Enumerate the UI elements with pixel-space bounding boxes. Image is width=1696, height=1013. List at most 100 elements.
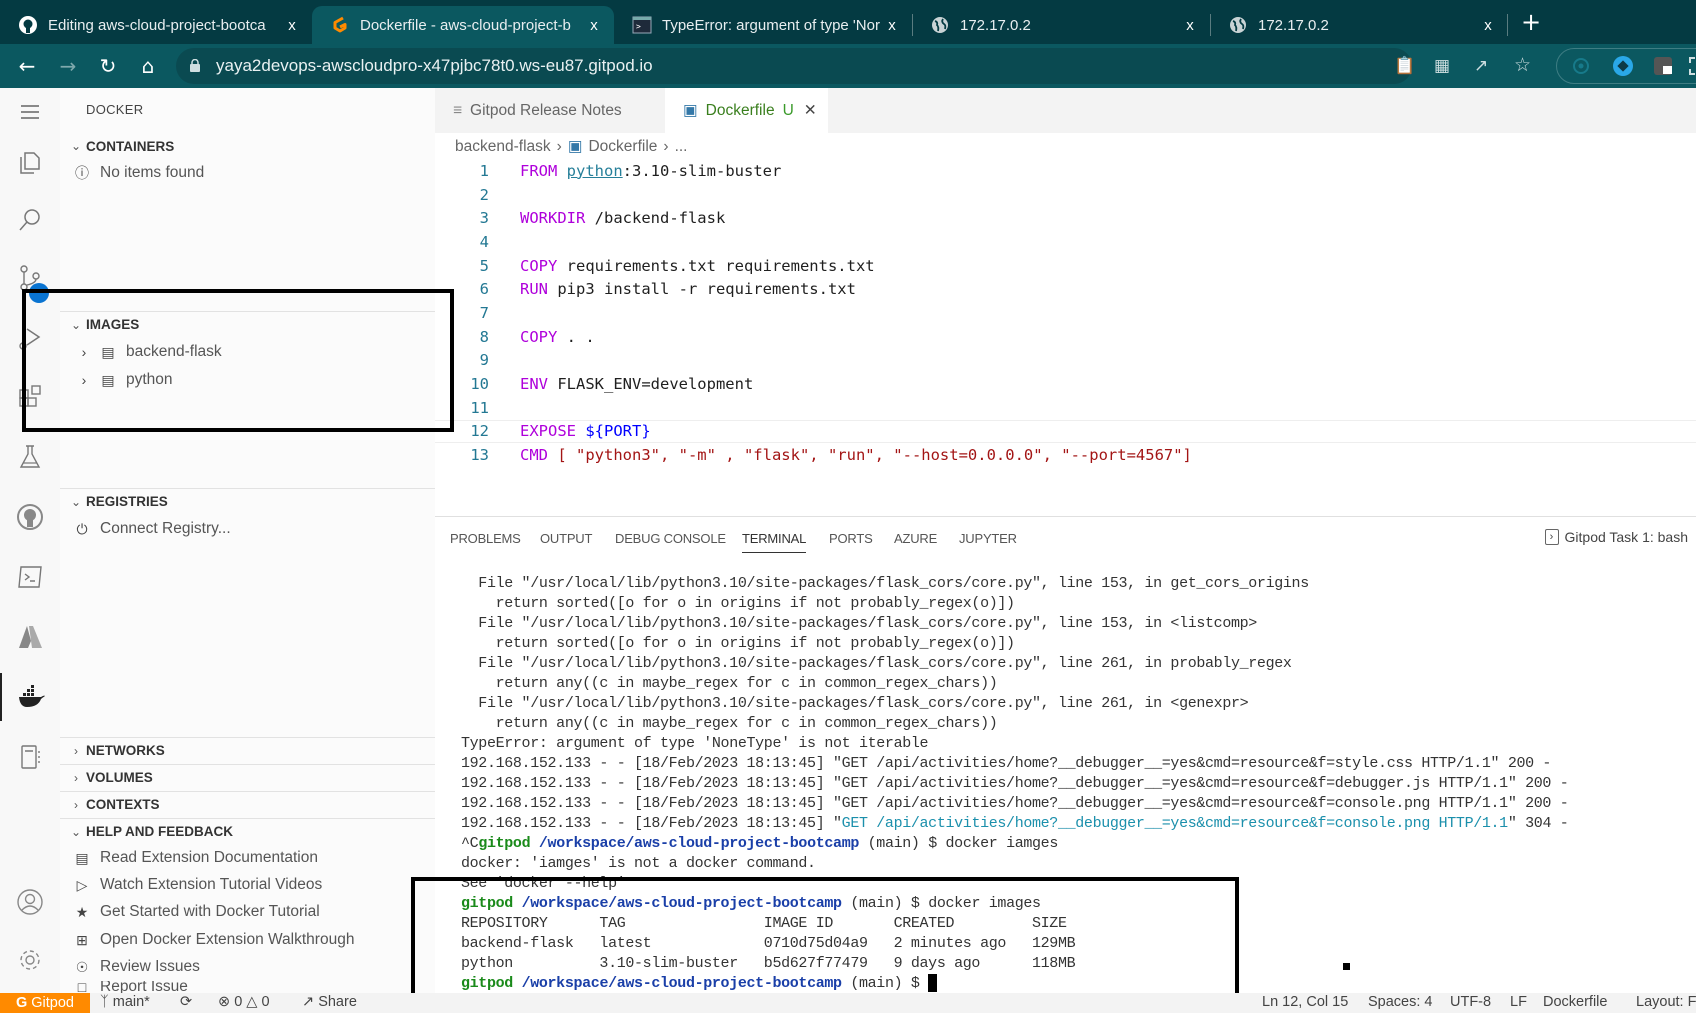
image-item-backend-flask[interactable]: › ▤ backend-flask <box>60 339 435 365</box>
bookmark-star-icon[interactable]: ☆ <box>1514 54 1531 76</box>
accounts-button[interactable] <box>0 878 60 926</box>
address-bar[interactable]: yaya2devops-awscloudpro-x47pjbc78t0.ws-e… <box>176 48 1531 84</box>
tab-dockerfile[interactable]: ▣ Dockerfile U ✕ <box>665 88 828 133</box>
extensions-button[interactable] <box>0 374 60 422</box>
code-line[interactable]: 1 FROM python:3.10-slim-buster <box>435 159 1696 183</box>
code-line[interactable]: 5 COPY requirements.txt requirements.txt <box>435 254 1696 278</box>
code-line[interactable]: 12 EXPOSE ${PORT} <box>435 419 1696 444</box>
gitpod-button[interactable]: G Gitpod <box>0 993 90 1013</box>
panel-tab-azure[interactable]: AZURE <box>894 531 937 546</box>
fullscreen-icon[interactable] <box>1689 57 1696 75</box>
close-tab-icon[interactable]: x <box>1478 17 1498 34</box>
url-text[interactable]: yaya2devops-awscloudpro-x47pjbc78t0.ws-e… <box>216 56 653 76</box>
panel-tab-jupyter[interactable]: JUPYTER <box>959 531 1017 546</box>
code-line[interactable]: 8 COPY . . <box>435 325 1696 349</box>
extension-icon[interactable] <box>1653 56 1673 76</box>
section-registries[interactable]: ⌄ REGISTRIES <box>60 488 435 514</box>
tab-gitpod-release-notes[interactable]: ≡ Gitpod Release Notes <box>435 88 665 133</box>
help-item[interactable]: ⊞ Open Docker Extension Walkthrough <box>60 927 435 953</box>
close-icon[interactable]: ✕ <box>804 101 817 120</box>
explorer-button[interactable] <box>0 138 60 186</box>
forward-button[interactable]: → <box>56 54 80 78</box>
help-item[interactable]: ▷ Watch Extension Tutorial Videos <box>60 872 435 898</box>
encoding[interactable]: UTF-8 <box>1450 994 1491 1010</box>
terminal-output[interactable]: File "/usr/local/lib/python3.10/site-pac… <box>461 574 1691 994</box>
image-item-python[interactable]: › ▤ python <box>60 367 435 393</box>
sync-icon[interactable]: ⟳ <box>180 994 192 1010</box>
menu-button[interactable] <box>0 88 60 136</box>
reload-button[interactable]: ↻ <box>96 54 120 78</box>
search-button[interactable] <box>0 196 60 244</box>
panel-tab-output[interactable]: OUTPUT <box>540 531 592 546</box>
code-line[interactable]: 10 ENV FLASK_ENV=development <box>435 372 1696 396</box>
new-tab-button[interactable]: + <box>1521 8 1541 36</box>
back-button[interactable]: ← <box>15 54 39 78</box>
branch-indicator[interactable]: ᛉ main* <box>100 994 150 1010</box>
section-networks[interactable]: › NETWORKS <box>60 737 435 763</box>
clipboard-icon[interactable]: 📋 <box>1394 56 1415 76</box>
breadcrumb-folder[interactable]: backend-flask <box>455 138 551 156</box>
panel-tab-problems[interactable]: PROBLEMS <box>450 531 521 546</box>
section-volumes[interactable]: › VOLUMES <box>60 764 435 790</box>
close-tab-icon[interactable]: x <box>584 17 604 34</box>
share-button[interactable]: ↗ Share <box>302 994 357 1010</box>
browser-tab[interactable]: Editing aws-cloud-project-bootca x <box>0 6 312 44</box>
browser-tab-active[interactable]: Dockerfile - aws-cloud-project-b x <box>312 6 614 44</box>
language-mode[interactable]: Dockerfile <box>1543 994 1607 1010</box>
translate-icon[interactable]: ▦ <box>1434 56 1450 76</box>
image-link[interactable]: python <box>567 162 623 180</box>
info-icon: ⓘ <box>75 165 89 181</box>
browser-tab[interactable]: 172.17.0.2 x <box>912 6 1210 44</box>
azure-button[interactable] <box>0 613 60 661</box>
code-line[interactable]: 2 <box>435 183 1696 207</box>
terminal-prompt-line: gitpod /workspace/aws-cloud-project-boot… <box>461 974 1691 994</box>
help-item[interactable]: ▤ Read Extension Documentation <box>60 845 435 871</box>
testing-button[interactable] <box>0 433 60 481</box>
close-tab-icon[interactable]: x <box>282 17 302 34</box>
cursor-position[interactable]: Ln 12, Col 15 <box>1262 994 1348 1010</box>
code-line[interactable]: 4 <box>435 230 1696 254</box>
run-debug-button[interactable] <box>0 314 60 362</box>
close-tab-icon[interactable]: x <box>1180 17 1200 34</box>
line-number: 4 <box>479 232 489 251</box>
browser-tab[interactable]: > TypeError: argument of type 'Nor x <box>614 6 912 44</box>
section-contexts[interactable]: › CONTEXTS <box>60 791 435 817</box>
code-line[interactable]: 3 WORKDIR /backend-flask <box>435 206 1696 230</box>
help-item[interactable]: ★ Get Started with Docker Tutorial <box>60 899 435 925</box>
code-line[interactable]: 13 CMD [ "python3", "-m" , "flask", "run"… <box>435 443 1696 467</box>
problems-indicator[interactable]: ⊗ 0 △ 0 <box>218 994 270 1010</box>
code-editor[interactable]: 1 FROM python:3.10-slim-buster 2 3 WORKDIR /… <box>435 159 1696 467</box>
help-item[interactable]: ☉ Review Issues <box>60 954 435 980</box>
share-icon[interactable]: ↗ <box>1474 56 1488 76</box>
section-images[interactable]: ⌄ IMAGES <box>60 311 435 337</box>
close-tab-icon[interactable]: x <box>882 17 902 34</box>
connect-registry-item[interactable]: ⏻ Connect Registry... <box>60 516 435 542</box>
home-button[interactable]: ⌂ <box>136 54 160 78</box>
settings-button[interactable] <box>0 936 60 984</box>
docker-button[interactable] <box>0 673 60 721</box>
github-button[interactable] <box>0 493 60 541</box>
browser-tab[interactable]: 172.17.0.2 x <box>1210 6 1508 44</box>
code-line[interactable]: 9 <box>435 349 1696 373</box>
section-help-feedback[interactable]: ⌄ HELP AND FEEDBACK <box>60 818 435 844</box>
notebook-button[interactable] <box>0 733 60 781</box>
code-line[interactable]: 11 <box>435 396 1696 420</box>
section-containers[interactable]: ⌄ CONTAINERS <box>60 133 435 159</box>
panel-tab-debug-console[interactable]: DEBUG CONSOLE <box>615 531 726 546</box>
task-label: Gitpod Task 1: bash <box>1564 529 1688 545</box>
terminal-task-selector[interactable]: › Gitpod Task 1: bash <box>1544 529 1688 545</box>
help-item[interactable]: □ Report Issue <box>60 981 435 993</box>
code-line[interactable]: 7 <box>435 301 1696 325</box>
line-ending[interactable]: LF <box>1510 994 1527 1010</box>
breadcrumb-file[interactable]: Dockerfile <box>588 138 657 156</box>
keyboard-layout[interactable]: Layout: Fr <box>1636 994 1696 1010</box>
indentation[interactable]: Spaces: 4 <box>1368 994 1433 1010</box>
panel-tab-ports[interactable]: PORTS <box>829 531 873 546</box>
extension-icon[interactable] <box>1572 57 1590 75</box>
breadcrumb-symbol[interactable]: ... <box>675 138 688 156</box>
terminal-button[interactable] <box>0 553 60 601</box>
code-line[interactable]: 6 RUN pip3 install -r requirements.txt <box>435 277 1696 301</box>
panel-tab-terminal[interactable]: TERMINAL <box>742 531 806 553</box>
prompt-branch: (main) $ <box>841 895 929 912</box>
extension-icon[interactable] <box>1612 55 1634 77</box>
